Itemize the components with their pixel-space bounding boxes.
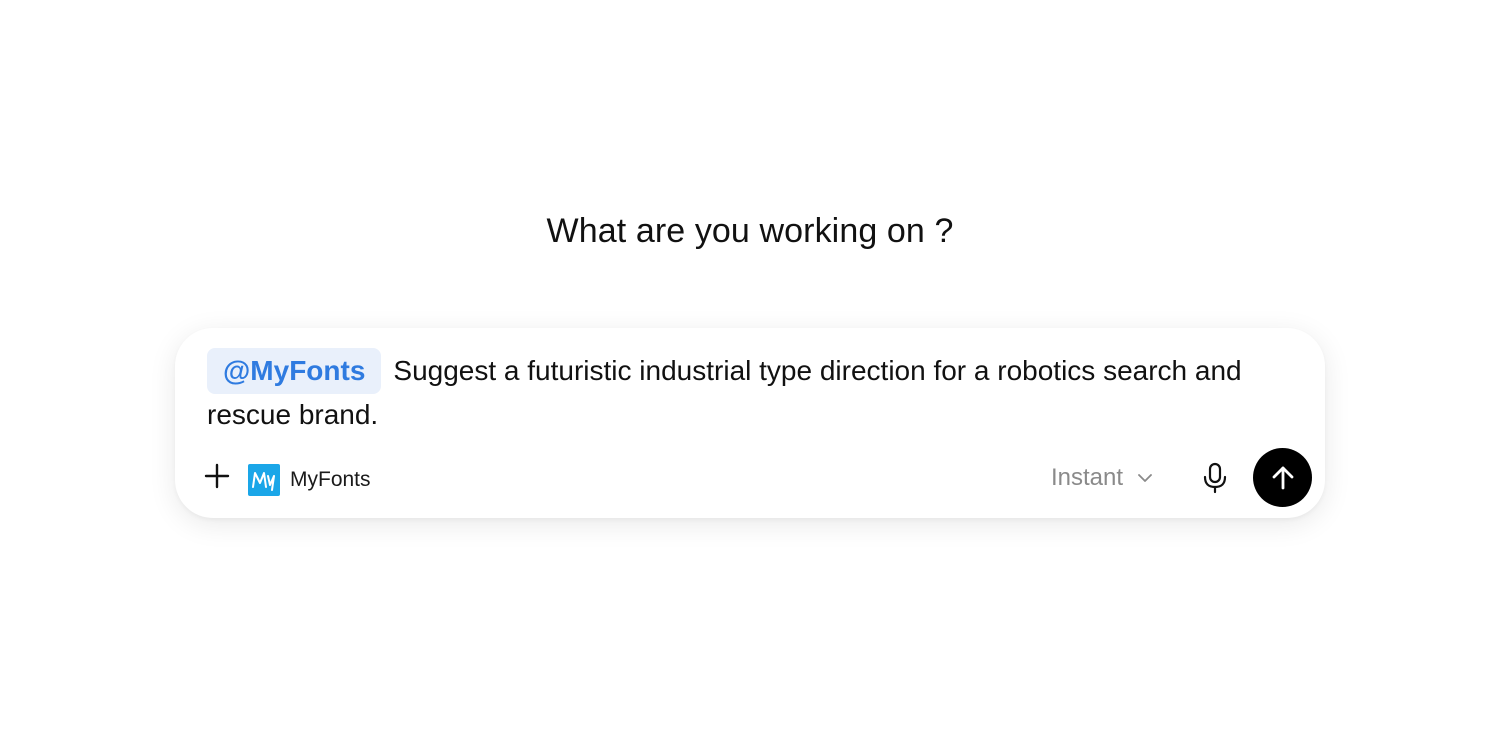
chevron-down-icon — [1138, 474, 1152, 482]
prompt-input[interactable]: @MyFonts Suggest a futuristic industrial … — [207, 348, 1287, 436]
microphone-button[interactable] — [1201, 462, 1229, 494]
chat-composer[interactable]: @MyFonts Suggest a futuristic industrial … — [175, 328, 1325, 518]
add-button[interactable] — [203, 462, 231, 490]
mode-selected-label: Instant — [1051, 464, 1124, 491]
app-selector-chip[interactable]: MyFonts — [248, 463, 371, 497]
myfonts-logo-icon — [248, 464, 280, 496]
arrow-up-icon — [1272, 466, 1293, 489]
microphone-icon — [1203, 462, 1227, 494]
mode-dropdown[interactable]: Instant — [1051, 462, 1153, 494]
plus-icon — [204, 463, 230, 489]
app-mention-chip[interactable]: @MyFonts — [207, 348, 382, 394]
app-label: MyFonts — [290, 468, 371, 491]
page-heading: What are you working on ? — [546, 212, 954, 250]
send-button[interactable] — [1253, 448, 1312, 507]
